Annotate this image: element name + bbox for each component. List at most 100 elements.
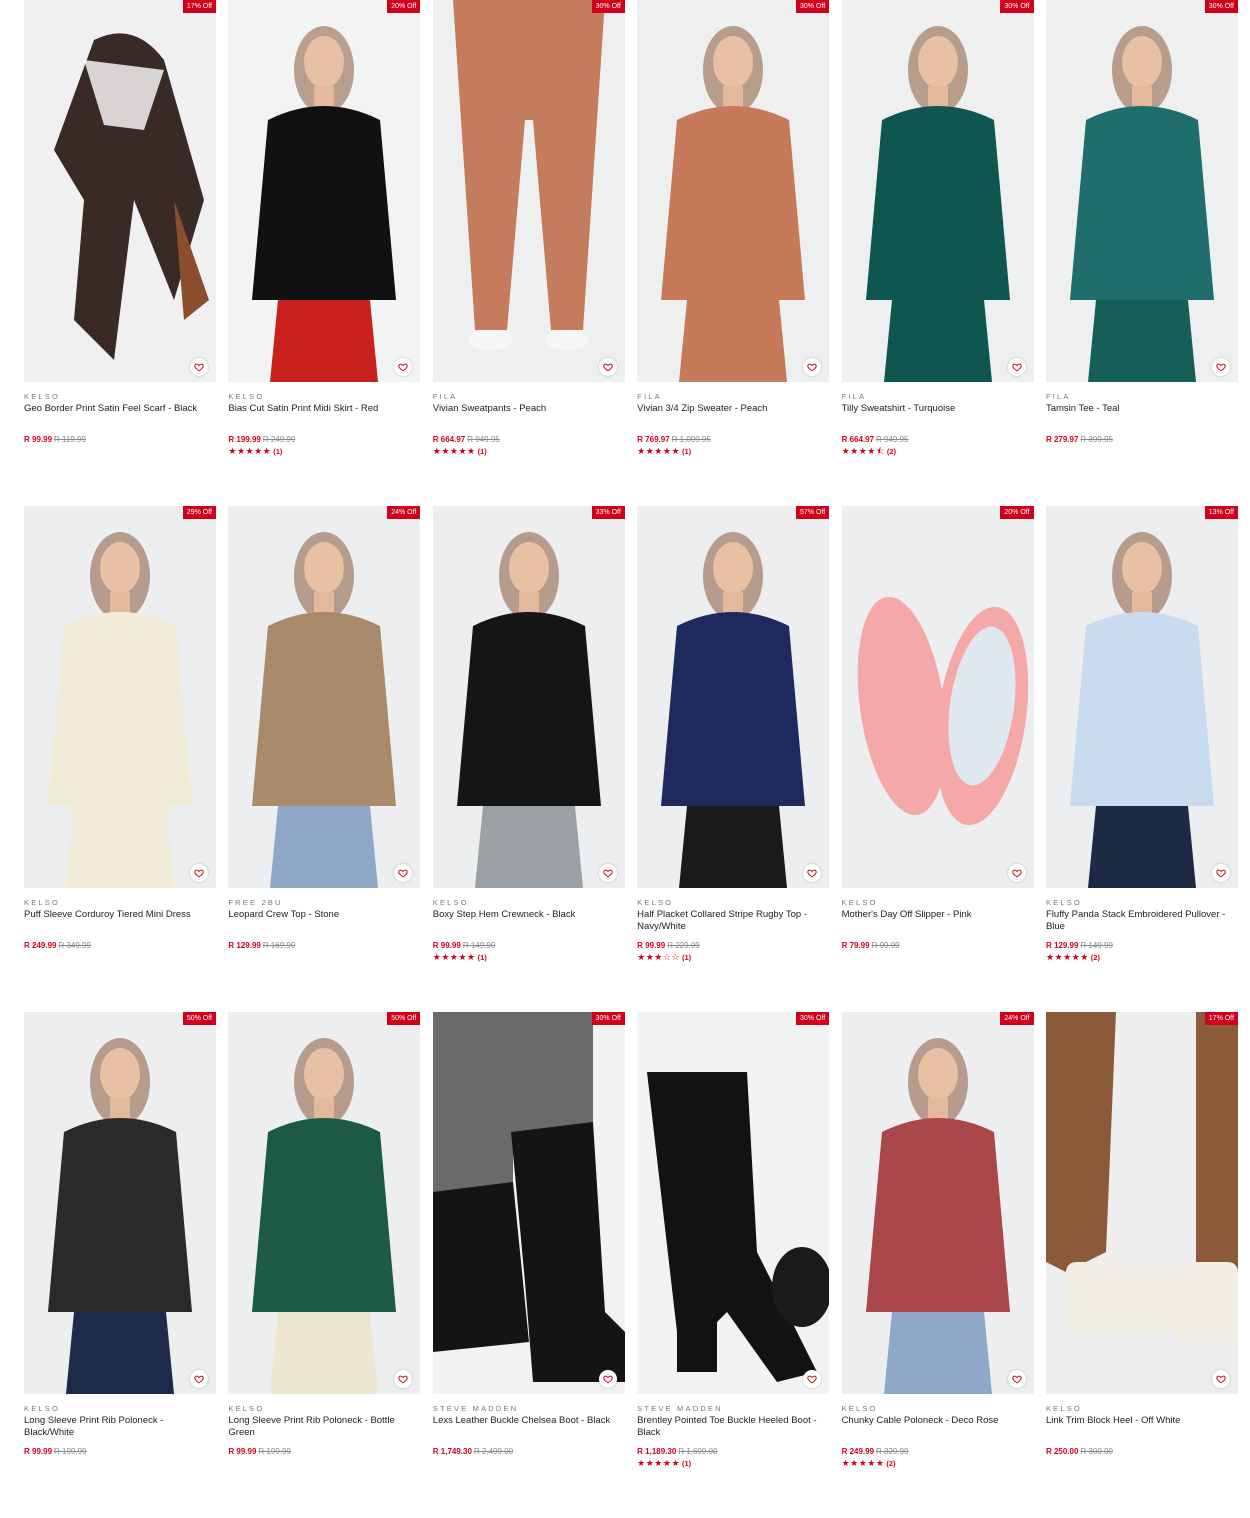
- product-card[interactable]: 33% Off KELSO Boxy Step Hem Crewneck - Bla…: [432, 506, 625, 1012]
- sale-price: R 199.99: [228, 435, 261, 444]
- product-name[interactable]: Bias Cut Satin Print Midi Skirt - Red: [228, 403, 420, 427]
- product-image[interactable]: 17% Off: [1045, 1012, 1238, 1394]
- star-rating[interactable]: ★★★★★ (1): [433, 446, 625, 457]
- product-name[interactable]: Tilly Sweatshirt - Turquoise: [842, 403, 1034, 427]
- discount-badge: 50% Off: [182, 1012, 216, 1025]
- wishlist-heart-icon[interactable]: [190, 358, 208, 376]
- wishlist-heart-icon[interactable]: [190, 864, 208, 882]
- product-image[interactable]: 24% Off: [228, 506, 421, 888]
- discount-badge: 29% Off: [182, 506, 216, 519]
- product-name[interactable]: Link Trim Block Heel - Off White: [1046, 1415, 1238, 1439]
- product-image[interactable]: 50% Off: [228, 1012, 421, 1394]
- star-rating[interactable]: ★★★★★ (2): [842, 1458, 1034, 1469]
- product-name[interactable]: Mother's Day Off Slipper - Pink: [842, 909, 1034, 933]
- product-price: R 664.97 R 949.95: [433, 435, 625, 445]
- product-price: R 99.99 R 199.99: [228, 1447, 420, 1457]
- star-rating[interactable]: ★★★★★ (2): [1046, 952, 1238, 963]
- product-image[interactable]: 13% Off: [1045, 506, 1238, 888]
- star-icons: ★★★★★: [637, 446, 681, 456]
- original-price: R 1,099.95: [671, 435, 711, 444]
- product-card[interactable]: 50% Off KELSO Long Sleeve Print Rib Polone…: [24, 1012, 216, 1518]
- product-name[interactable]: Geo Border Print Satin Feel Scarf - Blac…: [24, 403, 216, 427]
- product-name[interactable]: Vivian Sweatpants - Peach: [433, 403, 625, 427]
- discount-badge: 30% Off: [591, 1012, 625, 1025]
- product-card[interactable]: 20% Off KELSO Mother's Day Off Slipper - P…: [841, 506, 1034, 1012]
- product-card[interactable]: 20% Off KELSO Bias Cut Satin Print Midi Sk…: [228, 0, 421, 506]
- star-icons: ★★★★★: [432, 446, 476, 456]
- product-image[interactable]: 29% Off: [24, 506, 216, 888]
- product-brand: KELSO: [24, 898, 61, 907]
- product-name[interactable]: Fluffy Panda Stack Embroidered Pullover …: [1046, 909, 1238, 933]
- wishlist-heart-icon[interactable]: [1211, 1370, 1230, 1388]
- product-price: R 99.99 R 149.99: [433, 941, 625, 951]
- star-rating[interactable]: ★★★★★ (1): [433, 952, 625, 963]
- product-image[interactable]: 20% Off: [841, 506, 1034, 888]
- product-image[interactable]: 17% Off: [24, 0, 216, 382]
- product-brand: KELSO: [1045, 898, 1082, 907]
- product-card[interactable]: 30% Off FILA Tilly Sweatshirt - Turquoise R…: [841, 0, 1034, 506]
- product-name[interactable]: Boxy Step Hem Crewneck - Black: [433, 909, 625, 933]
- product-card[interactable]: 13% Off KELSO Fluffy Panda Stack Embroider…: [1045, 506, 1238, 1012]
- product-card[interactable]: 30% Off FILA Vivian Sweatpants - Peach R 66…: [432, 0, 625, 506]
- wishlist-heart-icon[interactable]: [598, 1370, 617, 1388]
- product-name[interactable]: Long Sleeve Print Rib Poloneck - Black/W…: [24, 1415, 216, 1439]
- product-image[interactable]: 30% Off: [1045, 0, 1238, 382]
- product-card[interactable]: 57% Off KELSO Half Placket Collared Stripe…: [637, 506, 830, 1012]
- wishlist-heart-icon[interactable]: [598, 864, 617, 882]
- wishlist-heart-icon[interactable]: [1211, 864, 1230, 882]
- wishlist-heart-icon[interactable]: [1211, 358, 1230, 376]
- product-card[interactable]: 30% Off STEVE MADDEN Lexs Leather Buckle C…: [432, 1012, 625, 1518]
- product-card[interactable]: 30% Off FILA Tamsin Tee - Teal R 279.97 R 39…: [1045, 0, 1238, 506]
- wishlist-heart-icon[interactable]: [1007, 358, 1026, 376]
- product-card[interactable]: 50% Off KELSO Long Sleeve Print Rib Polone…: [228, 1012, 421, 1518]
- star-icons: ★★★★★: [1045, 952, 1089, 962]
- star-rating[interactable]: ★★★☆☆ (1): [637, 952, 829, 963]
- review-count: (1): [682, 447, 692, 456]
- discount-badge: 30% Off: [796, 0, 830, 13]
- wishlist-heart-icon[interactable]: [1007, 864, 1026, 882]
- product-card[interactable]: 30% Off STEVE MADDEN Brentley Pointed Toe …: [637, 1012, 830, 1518]
- product-image[interactable]: 30% Off: [637, 0, 830, 382]
- product-name[interactable]: Lexs Leather Buckle Chelsea Boot - Black: [433, 1415, 625, 1439]
- wishlist-heart-icon[interactable]: [598, 358, 617, 376]
- product-image[interactable]: 24% Off: [841, 1012, 1034, 1394]
- product-name[interactable]: Brentley Pointed Toe Buckle Heeled Boot …: [637, 1415, 829, 1439]
- star-rating[interactable]: ★★★★★ (1): [637, 1458, 829, 1469]
- discount-badge: 33% Off: [591, 506, 625, 519]
- star-rating[interactable]: ★★★★⯪ (2): [842, 446, 1034, 457]
- product-name[interactable]: Half Placket Collared Stripe Rugby Top -…: [637, 909, 829, 933]
- product-image[interactable]: 30% Off: [841, 0, 1034, 382]
- product-image[interactable]: 57% Off: [637, 506, 830, 888]
- product-card[interactable]: 17% Off KELSO Geo Border Print Satin Feel …: [24, 0, 216, 506]
- original-price: R 99.99: [871, 941, 900, 950]
- review-count: (1): [682, 1459, 692, 1468]
- product-card[interactable]: 24% Off FREE 2BU Leopard Crew Top - Stone R…: [228, 506, 421, 1012]
- discount-badge: 30% Off: [1000, 0, 1034, 13]
- product-card[interactable]: 17% Off KELSO Link Trim Block Heel - Off W…: [1045, 1012, 1238, 1518]
- product-image[interactable]: 50% Off: [24, 1012, 216, 1394]
- product-image[interactable]: 30% Off: [637, 1012, 830, 1394]
- wishlist-heart-icon[interactable]: [1007, 1370, 1026, 1388]
- product-image[interactable]: 30% Off: [432, 0, 625, 382]
- product-image[interactable]: 30% Off: [432, 1012, 625, 1394]
- product-card[interactable]: 29% Off KELSO Puff Sleeve Corduroy Tiered …: [24, 506, 216, 1012]
- product-name[interactable]: Long Sleeve Print Rib Poloneck - Bottle …: [228, 1415, 420, 1439]
- product-image[interactable]: 33% Off: [432, 506, 625, 888]
- discount-badge: 30% Off: [796, 1012, 830, 1025]
- product-card[interactable]: 24% Off KELSO Chunky Cable Poloneck - Deco…: [841, 1012, 1034, 1518]
- product-brand: KELSO: [228, 1404, 265, 1413]
- product-name[interactable]: Puff Sleeve Corduroy Tiered Mini Dress: [24, 909, 216, 933]
- star-rating[interactable]: ★★★★★ (1): [228, 446, 420, 457]
- original-price: R 199.99: [54, 1447, 87, 1456]
- product-image[interactable]: 20% Off: [228, 0, 421, 382]
- product-name[interactable]: Leopard Crew Top - Stone: [228, 909, 420, 933]
- discount-badge: 30% Off: [1204, 0, 1238, 13]
- wishlist-heart-icon[interactable]: [190, 1370, 208, 1388]
- product-name[interactable]: Tamsin Tee - Teal: [1046, 403, 1238, 427]
- product-grid: 17% Off KELSO Geo Border Print Satin Feel …: [24, 0, 1238, 1518]
- review-count: (2): [886, 447, 897, 456]
- star-rating[interactable]: ★★★★★ (1): [637, 446, 829, 457]
- product-name[interactable]: Vivian 3/4 Zip Sweater - Peach: [637, 403, 829, 427]
- product-card[interactable]: 30% Off FILA Vivian 3/4 Zip Sweater - Peac…: [637, 0, 830, 506]
- product-name[interactable]: Chunky Cable Poloneck - Deco Rose: [842, 1415, 1034, 1439]
